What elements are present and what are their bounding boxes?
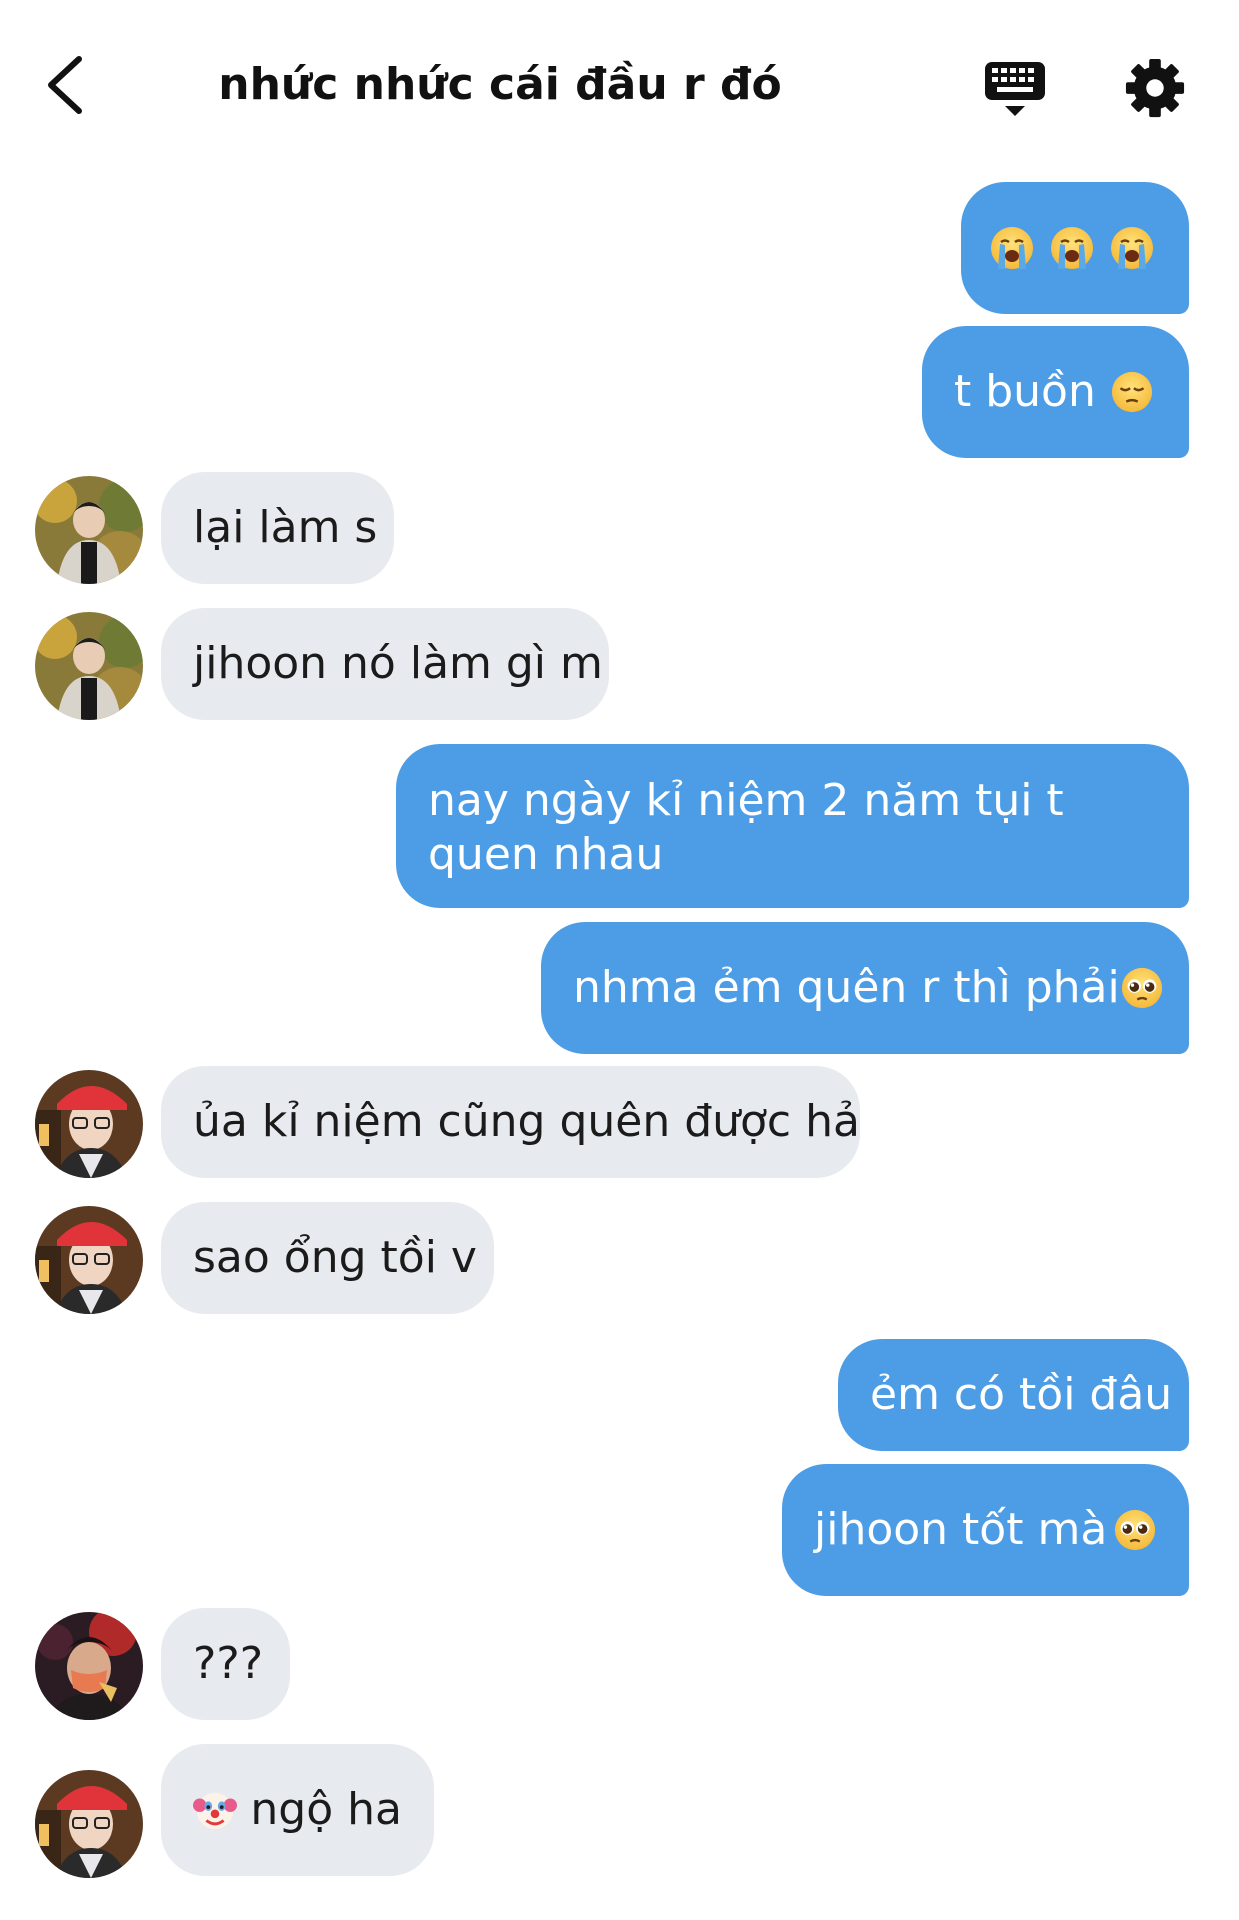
keyboard-button[interactable] xyxy=(975,48,1055,128)
message-text: jihoon tốt mà xyxy=(814,1504,1108,1555)
chat-title: nhức nhức cái đầu r đó xyxy=(218,59,782,110)
keyboard-icon xyxy=(985,62,1045,116)
loudly-crying-face-icon xyxy=(991,227,1033,269)
loudly-crying-face-icon xyxy=(1111,227,1153,269)
back-button[interactable] xyxy=(30,40,100,130)
chat-header: nhức nhức cái đầu r đó xyxy=(0,0,1239,160)
message-text: nay ngày kỉ niệm 2 năm tụi t quen nhau xyxy=(428,775,1064,880)
message-bubble-incoming[interactable]: ủa kỉ niệm cũng quên được hả xyxy=(161,1066,860,1178)
message-bubble-outgoing[interactable] xyxy=(961,182,1189,314)
message-bubble-outgoing[interactable]: nhma ẻm quên r thì phải xyxy=(541,922,1189,1054)
message-text: t buồn xyxy=(954,366,1096,417)
message-bubble-incoming[interactable]: jihoon nó làm gì m xyxy=(161,608,609,720)
message-bubble-outgoing[interactable]: t buồn xyxy=(922,326,1189,458)
message-text: ??? xyxy=(193,1638,264,1689)
message-text: ủa kỉ niệm cũng quên được hả xyxy=(193,1096,860,1147)
gear-icon xyxy=(1125,58,1185,118)
message-bubble-incoming[interactable]: ??? xyxy=(161,1608,290,1720)
loudly-crying-face-icon xyxy=(1051,227,1093,269)
pensive-face-icon xyxy=(1111,371,1152,413)
pleading-face-icon xyxy=(1114,1509,1156,1551)
chevron-left-icon xyxy=(48,56,82,114)
message-text: lại làm s xyxy=(193,502,378,553)
message-bubble-outgoing[interactable]: nay ngày kỉ niệm 2 năm tụi t quen nhau xyxy=(396,744,1189,908)
message-text: sao ổng tồi v xyxy=(193,1232,477,1283)
avatar[interactable] xyxy=(35,1770,143,1878)
message-bubble-incoming[interactable]: lại làm s xyxy=(161,472,394,584)
avatar[interactable] xyxy=(35,1206,143,1314)
clown-face-icon xyxy=(193,1792,237,1830)
message-bubble-incoming[interactable]: ngộ ha xyxy=(161,1744,434,1876)
avatar[interactable] xyxy=(35,612,143,720)
message-text: nhma ẻm quên r thì phải xyxy=(573,962,1120,1013)
message-text: ngộ ha xyxy=(250,1784,402,1835)
message-text: jihoon nó làm gì m xyxy=(193,638,603,689)
message-text: ẻm có tồi đâu xyxy=(870,1369,1173,1420)
avatar[interactable] xyxy=(35,1070,143,1178)
pleading-face-icon xyxy=(1121,967,1162,1009)
message-bubble-outgoing[interactable]: jihoon tốt mà xyxy=(782,1464,1189,1596)
message-bubble-outgoing[interactable]: ẻm có tồi đâu xyxy=(838,1339,1189,1451)
avatar[interactable] xyxy=(35,476,143,584)
message-bubble-incoming[interactable]: sao ổng tồi v xyxy=(161,1202,494,1314)
settings-button[interactable] xyxy=(1115,48,1195,128)
avatar[interactable] xyxy=(35,1612,143,1720)
